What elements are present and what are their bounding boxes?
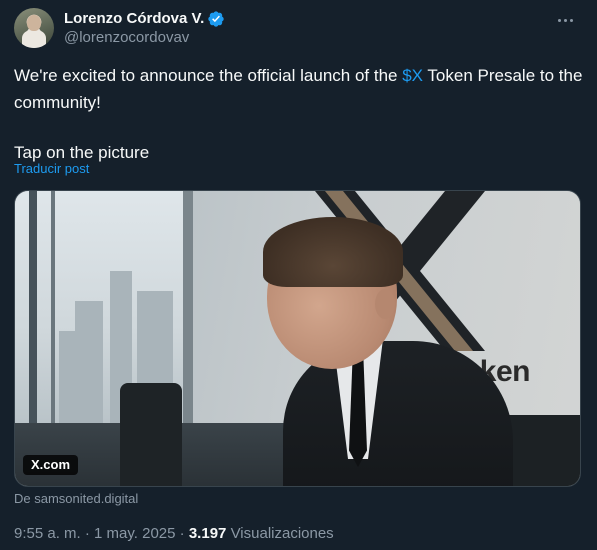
image-person-hair bbox=[263, 217, 403, 287]
tweet-text-paragraph-2: Tap on the picture bbox=[14, 143, 150, 162]
image-window-frame bbox=[51, 191, 55, 426]
meta-separator: · bbox=[84, 525, 90, 542]
more-dot bbox=[557, 18, 561, 22]
avatar-face bbox=[27, 15, 41, 31]
tweet-date[interactable]: 1 may. 2025 bbox=[94, 525, 175, 542]
more-dot bbox=[563, 18, 567, 22]
translate-post-link[interactable]: Traducir post bbox=[14, 161, 89, 176]
author-handle[interactable]: @lorenzocordovav bbox=[64, 28, 225, 48]
more-options-icon[interactable] bbox=[551, 10, 579, 30]
link-source[interactable]: De samsonited.digital bbox=[14, 491, 138, 506]
image-building bbox=[75, 301, 103, 426]
verified-badge-icon[interactable] bbox=[207, 10, 225, 28]
image-window-frame bbox=[29, 191, 37, 426]
views-label[interactable]: Visualizaciones bbox=[231, 525, 334, 542]
tweet[interactable]: Lorenzo Córdova V. @lorenzocordovav We'r… bbox=[0, 0, 597, 550]
tweet-text: We're excited to announce the official l… bbox=[14, 62, 584, 166]
author-display-name[interactable]: Lorenzo Córdova V. bbox=[64, 9, 204, 28]
tweet-meta: 9:55 a. m. · 1 may. 2025 · 3.197 Visuali… bbox=[14, 525, 334, 542]
image-window-frame bbox=[183, 191, 193, 426]
more-dot bbox=[569, 18, 573, 22]
image-building bbox=[59, 331, 77, 426]
link-domain-badge[interactable]: X.com bbox=[23, 455, 79, 475]
tweet-text-paragraph-1: We're excited to announce the official l… bbox=[14, 62, 584, 116]
author-names: Lorenzo Córdova V. @lorenzocordovav bbox=[64, 9, 225, 48]
cashtag-link[interactable]: $X bbox=[402, 66, 423, 85]
views-count[interactable]: 3.197 bbox=[189, 525, 227, 542]
media-card[interactable]: X Token X.com bbox=[14, 190, 581, 487]
image-person-ear bbox=[375, 289, 395, 319]
image-chair bbox=[120, 383, 182, 486]
tweet-time[interactable]: 9:55 a. m. bbox=[14, 525, 81, 542]
tweet-text-before: We're excited to announce the official l… bbox=[14, 66, 403, 85]
avatar-body bbox=[22, 30, 46, 48]
media-image[interactable]: X Token bbox=[15, 191, 580, 486]
avatar[interactable] bbox=[14, 8, 54, 48]
tweet-header: Lorenzo Córdova V. @lorenzocordovav bbox=[14, 8, 583, 50]
meta-separator: · bbox=[179, 525, 185, 542]
author-display-name-row[interactable]: Lorenzo Córdova V. bbox=[64, 9, 225, 28]
